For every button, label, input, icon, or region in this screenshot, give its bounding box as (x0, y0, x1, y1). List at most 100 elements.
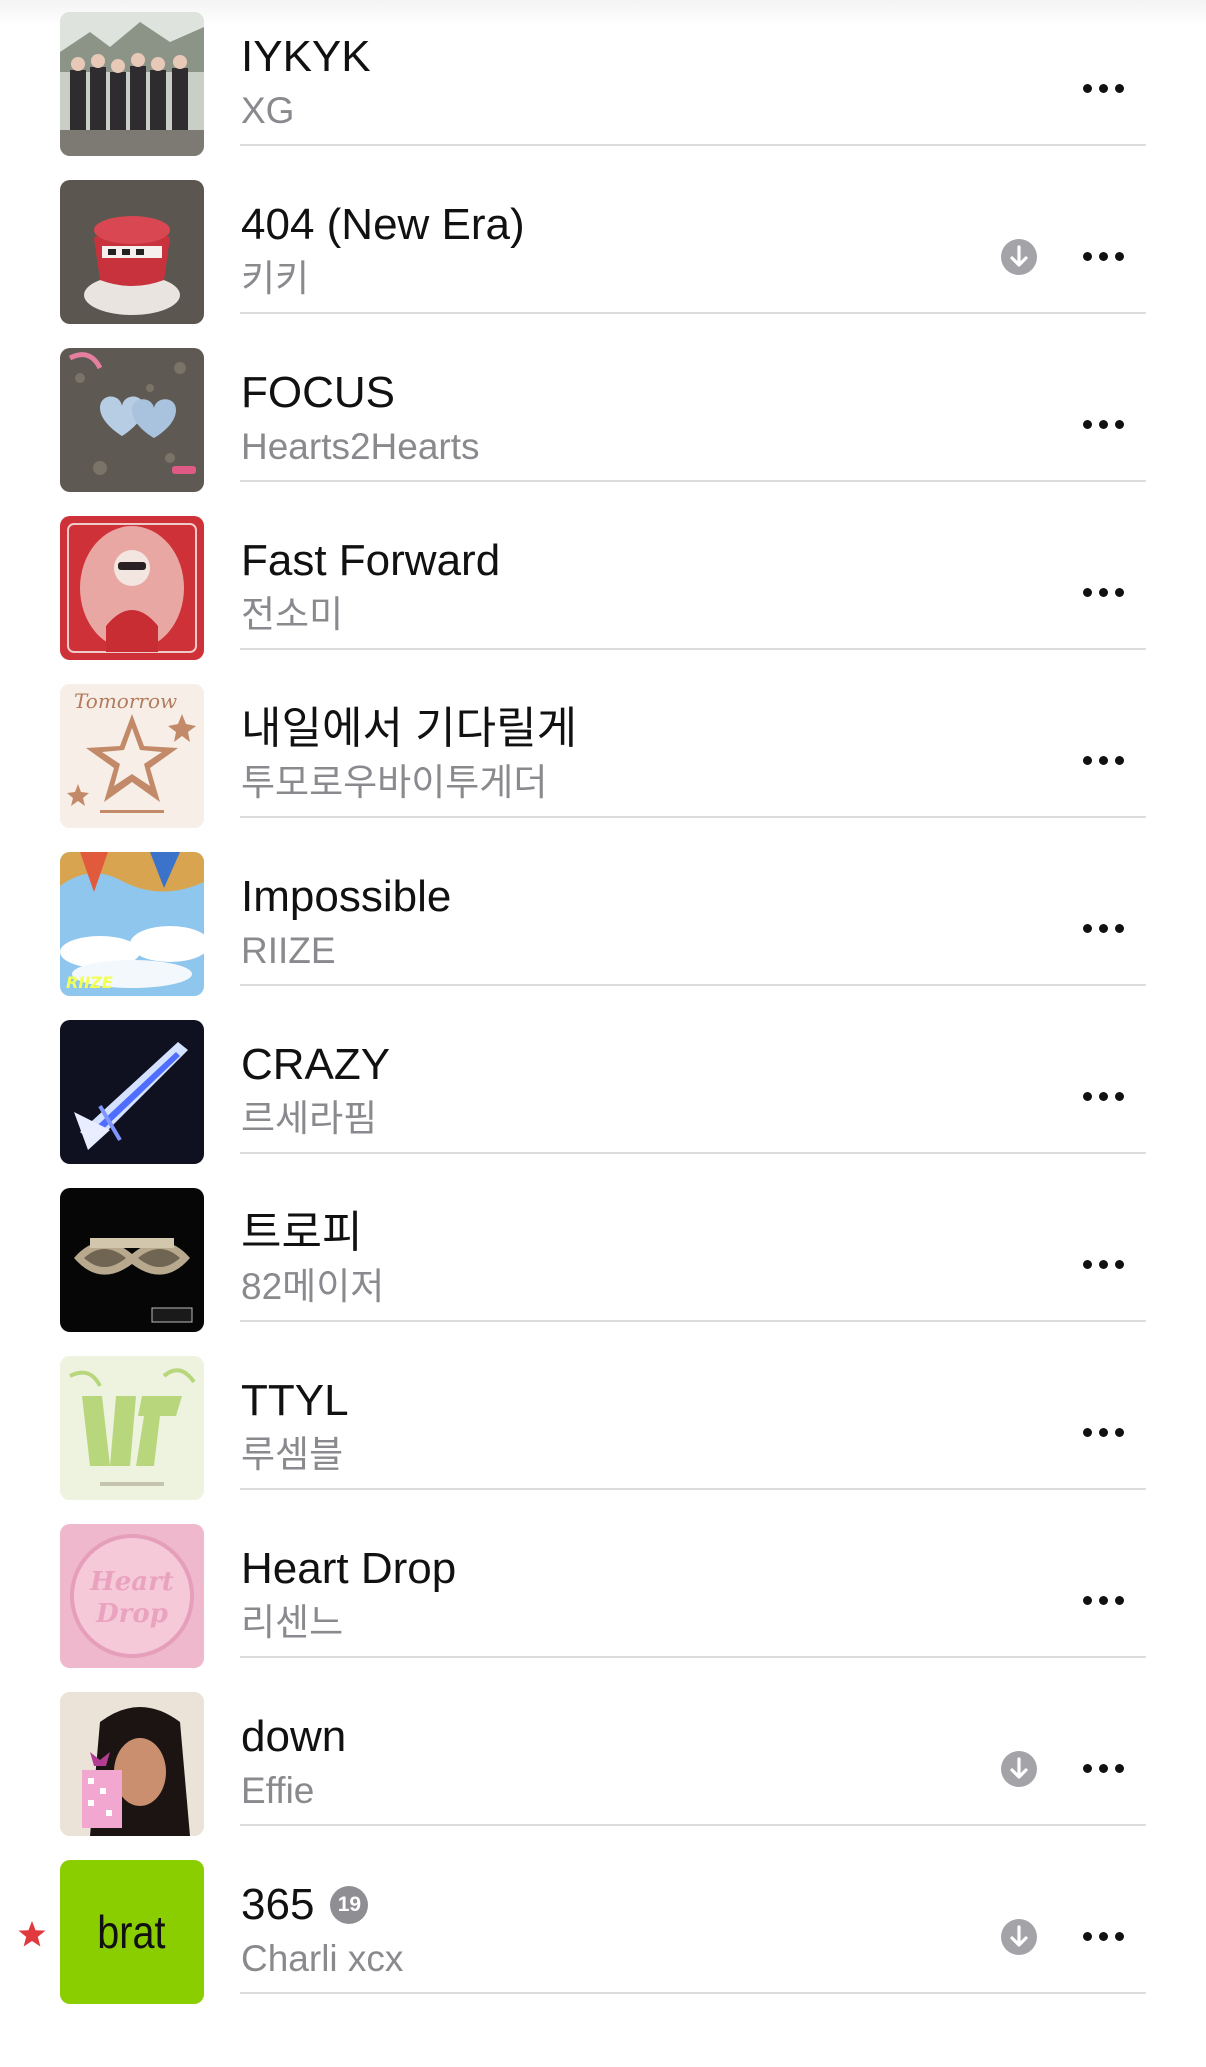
album-artwork[interactable] (60, 1356, 204, 1500)
album-artwork[interactable] (60, 348, 204, 492)
track-title: IYKYK (241, 32, 371, 81)
track-artist: Effie (241, 1770, 315, 1811)
track-title: CRAZY (241, 1040, 391, 1089)
track-text: 404 (New Era) 키키 (241, 198, 986, 304)
more-options-button[interactable] (1068, 898, 1138, 958)
track-text: Heart Drop 리센느 (241, 1542, 986, 1648)
track-artist: XG (241, 90, 295, 131)
album-artwork[interactable]: RIIZE (60, 852, 204, 996)
ellipsis-icon-dot (1098, 1931, 1108, 1941)
track-row[interactable]: TTYL 루셈블 (0, 1322, 1206, 1500)
more-options-button[interactable] (1068, 1738, 1138, 1798)
song-list-screen: IYKYK XG 404 (New Era) 키키 FOCUS Hearts2H… (0, 0, 1206, 2067)
ellipsis-icon-dot (1114, 83, 1124, 93)
more-options-button[interactable] (1068, 226, 1138, 286)
track-title: TTYL (241, 1376, 349, 1425)
album-artwork[interactable] (60, 516, 204, 660)
download-icon[interactable] (1000, 238, 1038, 276)
ellipsis-icon-dot (1098, 923, 1108, 933)
more-options-button[interactable] (1068, 730, 1138, 790)
track-title: Impossible (241, 872, 452, 921)
ellipsis-icon-dot (1114, 1763, 1124, 1773)
track-row[interactable]: Heart Drop Heart Drop 리센느 (0, 1490, 1206, 1668)
track-text: 트로피 82메이저 (241, 1206, 986, 1312)
ellipsis-icon-dot (1114, 251, 1124, 261)
more-options-button[interactable] (1068, 562, 1138, 622)
ellipsis-icon-dot (1098, 755, 1108, 765)
track-text: IYKYK XG (241, 30, 986, 136)
album-artwork[interactable]: brat (60, 1860, 204, 2004)
ellipsis-icon-dot (1082, 1427, 1092, 1437)
ellipsis-icon-dot (1114, 1595, 1124, 1605)
track-row[interactable]: CRAZY 르세라핌 (0, 986, 1206, 1164)
ellipsis-icon-dot (1114, 1427, 1124, 1437)
ellipsis-icon-dot (1098, 1763, 1108, 1773)
svg-text:Heart: Heart (89, 1567, 174, 1597)
track-row[interactable]: Tomorrow 내일에서 기다릴게 투모로우바이투게더 (0, 650, 1206, 828)
ellipsis-icon-dot (1114, 1091, 1124, 1101)
more-options-button[interactable] (1068, 58, 1138, 118)
track-title: Fast Forward (241, 536, 501, 585)
album-artwork[interactable] (60, 1692, 204, 1836)
svg-text:Drop: Drop (95, 1599, 168, 1629)
track-row[interactable]: brat 365 19 Charli xcx (0, 1826, 1206, 2004)
track-title: FOCUS (241, 368, 395, 417)
album-artwork[interactable] (60, 1188, 204, 1332)
ellipsis-icon-dot (1082, 1763, 1092, 1773)
download-icon[interactable] (1000, 1750, 1038, 1788)
track-row[interactable]: IYKYK XG (0, 0, 1206, 156)
track-row[interactable]: Fast Forward 전소미 (0, 482, 1206, 660)
more-options-button[interactable] (1068, 1234, 1138, 1294)
track-artist: 루셈블 (241, 1434, 344, 1475)
track-artist: 투모로우바이투게더 (241, 762, 548, 803)
track-row[interactable]: 트로피 82메이저 (0, 1154, 1206, 1332)
track-title: down (241, 1712, 347, 1761)
track-artist: 82메이저 (241, 1266, 385, 1307)
download-icon[interactable] (1000, 1918, 1038, 1956)
ellipsis-icon-dot (1098, 1259, 1108, 1269)
track-artist: 키키 (241, 258, 310, 299)
track-row[interactable]: RIIZE Impossible RIIZE (0, 818, 1206, 996)
track-text: 365 19 Charli xcx (241, 1878, 986, 1984)
album-artwork[interactable] (60, 1020, 204, 1164)
ellipsis-icon-dot (1082, 1259, 1092, 1269)
ellipsis-icon-dot (1114, 1259, 1124, 1269)
ellipsis-icon-dot (1098, 587, 1108, 597)
track-text: 내일에서 기다릴게 투모로우바이투게더 (241, 702, 986, 808)
row-divider (240, 1992, 1146, 1994)
ellipsis-icon-dot (1082, 1931, 1092, 1941)
ellipsis-icon-dot (1098, 1427, 1108, 1437)
more-options-button[interactable] (1068, 1402, 1138, 1462)
album-artwork[interactable] (60, 12, 204, 156)
ellipsis-icon-dot (1114, 587, 1124, 597)
track-artist: Hearts2Hearts (241, 426, 480, 467)
track-row[interactable]: 404 (New Era) 키키 (0, 146, 1206, 324)
more-options-button[interactable] (1068, 1570, 1138, 1630)
svg-text:Tomorrow: Tomorrow (74, 689, 177, 713)
track-text: TTYL 루셈블 (241, 1374, 986, 1480)
ellipsis-icon-dot (1082, 755, 1092, 765)
album-artwork[interactable]: Tomorrow (60, 684, 204, 828)
more-options-button[interactable] (1068, 1906, 1138, 1966)
track-text: Impossible RIIZE (241, 870, 986, 976)
ellipsis-icon-dot (1098, 251, 1108, 261)
album-artwork[interactable]: Heart Drop (60, 1524, 204, 1668)
track-title: 365 (241, 1880, 315, 1929)
more-options-button[interactable] (1068, 1066, 1138, 1126)
ellipsis-icon-dot (1098, 1091, 1108, 1101)
track-artist: 전소미 (241, 594, 344, 635)
track-list: IYKYK XG 404 (New Era) 키키 FOCUS Hearts2H… (0, 0, 1206, 2004)
ellipsis-icon-dot (1114, 755, 1124, 765)
album-artwork[interactable] (60, 180, 204, 324)
track-title: Heart Drop (241, 1544, 457, 1593)
ellipsis-icon-dot (1114, 923, 1124, 933)
more-options-button[interactable] (1068, 394, 1138, 454)
track-text: Fast Forward 전소미 (241, 534, 986, 640)
track-row[interactable]: down Effie (0, 1658, 1206, 1836)
ellipsis-icon-dot (1082, 251, 1092, 261)
star-icon (18, 1921, 46, 1947)
track-artist: 리센느 (241, 1602, 344, 1643)
ellipsis-icon-dot (1098, 1595, 1108, 1605)
track-row[interactable]: FOCUS Hearts2Hearts (0, 314, 1206, 492)
ellipsis-icon-dot (1082, 923, 1092, 933)
